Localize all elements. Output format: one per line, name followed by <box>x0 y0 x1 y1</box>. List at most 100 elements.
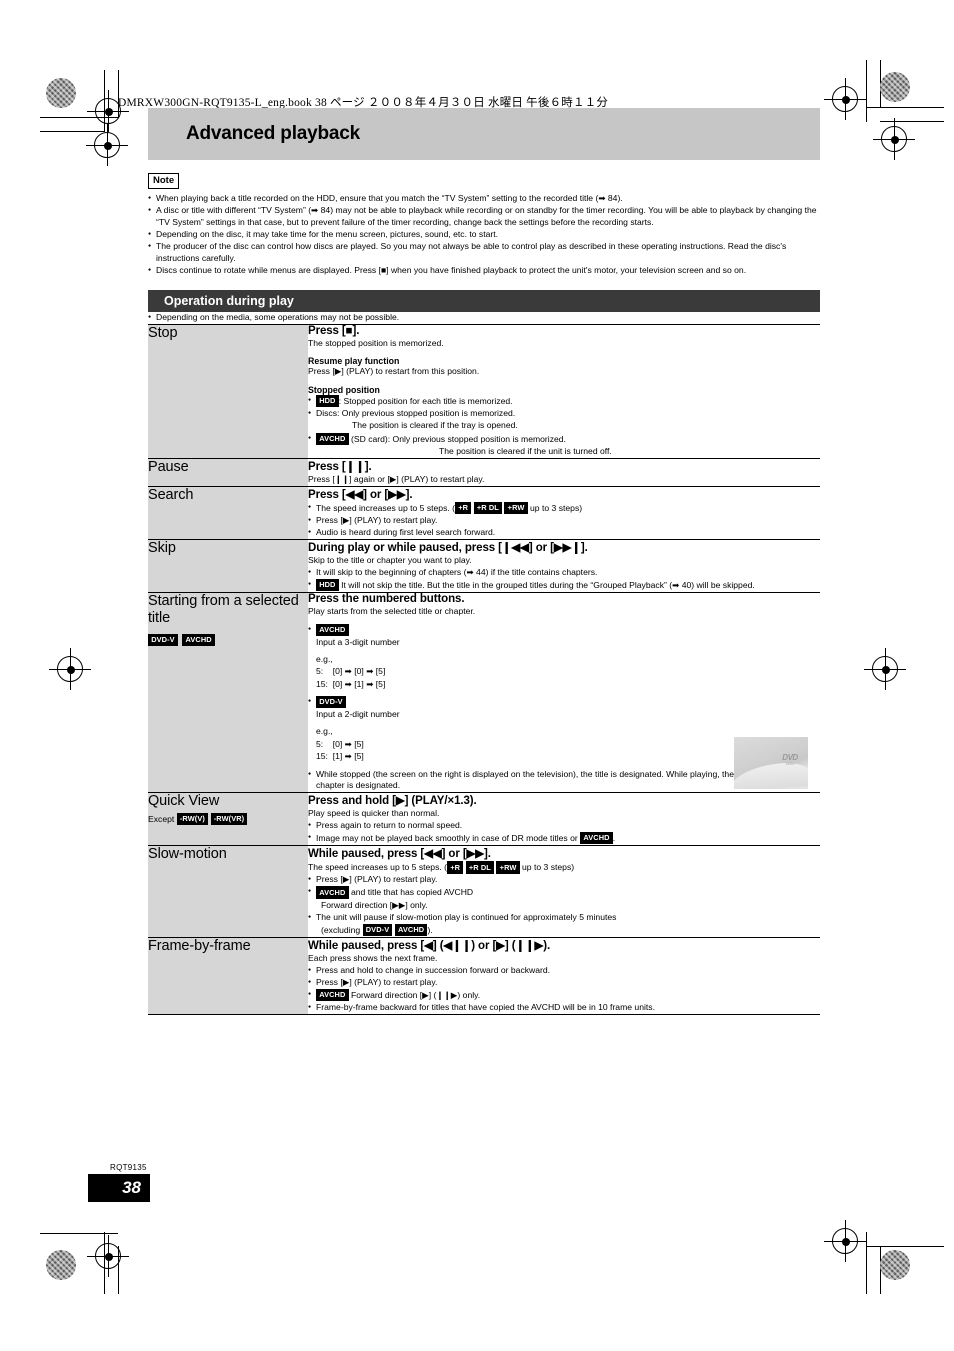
list-item: AVCHD Forward direction [▶] (❙❙▶) only. <box>308 989 820 1002</box>
operation-bullets: It will skip to the beginning of chapter… <box>308 567 820 592</box>
section-note-list: Depending on the media, some operations … <box>148 312 820 324</box>
registration-mark-middle-right <box>864 648 906 690</box>
footer-manual-code: RQT9135 <box>110 1163 147 1172</box>
note-list: When playing back a title recorded on th… <box>148 193 820 277</box>
table-row-search: Search Press [◀◀] or [▶▶]. The speed inc… <box>148 486 820 540</box>
media-badge-dvd-v: DVD-V <box>148 634 178 647</box>
media-badge-plus-rw: +RW <box>504 501 528 514</box>
color-dot-bottom-left <box>46 1250 76 1280</box>
operation-name: Starting from a selected title <box>148 593 299 627</box>
operation-name: Skip <box>148 539 176 556</box>
operation-bullets: The speed increases up to 5 steps. (+R +… <box>308 501 820 539</box>
section-title: Operation during play <box>164 293 294 308</box>
dvd-video-logo-icon: DVD VIDEO <box>779 754 801 766</box>
except-label: Except <box>148 813 175 824</box>
operation-detail-cell: During play or while paused, press [❙◀◀]… <box>308 539 820 593</box>
registration-mark-bottom-left <box>87 1235 129 1277</box>
list-item-text: and title that has copied AVCHD <box>351 887 474 898</box>
list-item-text: (SD card): Only previous stopped positio… <box>351 433 566 444</box>
media-badge-dvd-v: DVD-V <box>316 696 346 709</box>
list-item-text: Forward direction [▶] (❙❙▶) only. <box>351 990 481 1001</box>
chapter-title-band: Advanced playback <box>148 108 820 160</box>
operation-bullets: AVCHD <box>308 623 820 637</box>
list-item-text: ). <box>427 925 433 936</box>
table-row-frame-by-frame: Frame-by-frame While paused, press [◀] (… <box>148 937 820 1015</box>
list-item-continuation: The position is cleared if the unit is t… <box>308 446 820 458</box>
color-dot-top-left <box>46 78 76 108</box>
operation-name-cell: Quick View Except -RW(V) -RW(VR) <box>148 792 308 846</box>
list-item-text: up to 3 steps) <box>527 502 583 513</box>
list-item: Audio is heard during first level search… <box>308 527 820 539</box>
table-row-starting-from-selected-title: Starting from a selected title DVD-V AVC… <box>148 592 820 793</box>
media-badge-plus-r: +R <box>447 861 464 874</box>
operation-media-badges: DVD-V AVCHD <box>148 630 308 648</box>
operation-except-note: Except -RW(V) -RW(VR) <box>148 812 308 826</box>
operation-name-cell: Stop <box>148 324 308 459</box>
operation-line-text: up to 3 steps) <box>519 862 575 873</box>
operation-line: Each press shows the next frame. <box>308 953 438 964</box>
registration-mark-top-right-b <box>873 118 915 160</box>
note-item: Discs continue to rotate while menus are… <box>148 265 820 277</box>
list-item: AVCHD and title that has copied AVCHD <box>308 886 820 899</box>
list-item-text: Forward direction [▶▶] only. <box>321 899 428 910</box>
operation-name-cell: Starting from a selected title DVD-V AVC… <box>148 592 308 793</box>
registration-mark-middle-left <box>49 648 91 690</box>
example-row: 5: [0] ➡ [0] ➡ [5] <box>316 666 386 677</box>
section-header-operation-during-play: Operation during play <box>148 289 820 312</box>
list-item-text: The speed increases up to 5 steps. ( <box>316 502 456 513</box>
list-item-text: Image may not be played back smoothly in… <box>316 833 581 844</box>
list-item: The unit will pause if slow-motion play … <box>308 912 820 924</box>
operation-bullets: Press again to return to normal speed. I… <box>308 820 820 845</box>
operation-subheading: Resume play function <box>308 356 400 367</box>
operation-detail-cell: Press [◀◀] or [▶▶]. The speed increases … <box>308 486 820 540</box>
operation-name-cell: Frame-by-frame <box>148 937 308 1015</box>
operation-line-text: The speed increases up to 5 steps. ( <box>308 862 448 873</box>
list-item: While stopped (the screen on the right i… <box>308 769 756 793</box>
operation-line: Press [▶] (PLAY) to restart from this po… <box>308 366 480 377</box>
operation-detail-cell: While paused, press [◀◀] or [▶▶]. The sp… <box>308 845 820 938</box>
list-item: Discs: Only previous stopped position is… <box>308 408 820 420</box>
media-badge-dvd-v: DVD-V <box>362 923 393 937</box>
list-item-continuation: Forward direction [▶▶] only. <box>308 900 820 912</box>
media-badge-avchd: AVCHD <box>316 623 349 636</box>
operation-heading: Press [❙❙]. <box>308 460 372 473</box>
page-title: Advanced playback <box>186 123 361 144</box>
operation-heading: Press the numbered buttons. <box>308 593 465 606</box>
operation-detail-cell: While paused, press [◀] (◀❙❙) or [▶] (❙❙… <box>308 937 820 1015</box>
list-item: HDD It will not skip the title. But the … <box>308 578 820 592</box>
list-item: DVD-V <box>308 696 820 709</box>
table-row-skip: Skip During play or while paused, press … <box>148 539 820 593</box>
list-item: AVCHD <box>308 623 820 637</box>
list-item: Frame-by-frame backward for titles that … <box>308 1002 820 1014</box>
media-badge-avchd: AVCHD <box>394 923 428 937</box>
list-item-text: The position is cleared if the unit is t… <box>439 445 612 456</box>
operation-heading: Press [◀◀] or [▶▶]. <box>308 488 413 501</box>
list-item: Press [▶] (PLAY) to restart play. <box>308 977 820 989</box>
operation-subheading: Stopped position <box>308 385 380 396</box>
media-badge-avchd: AVCHD <box>182 634 215 647</box>
media-badge-avchd: AVCHD <box>316 886 349 899</box>
list-item-text: It will not skip the title. But the titl… <box>341 579 755 590</box>
media-badge-avchd: AVCHD <box>316 432 349 445</box>
color-dot-top-right <box>880 72 910 102</box>
footer-page-number-box: 38 <box>88 1174 150 1202</box>
section-note-item: Depending on the media, some operations … <box>148 312 820 324</box>
operation-name: Search <box>148 486 194 503</box>
operation-line: Skip to the title or chapter you want to… <box>308 554 472 565</box>
note-item: Depending on the disc, it may take time … <box>148 229 820 241</box>
dvd-logo-bottom: VIDEO <box>785 761 795 766</box>
list-item: AVCHD (SD card): Only previous stopped p… <box>308 432 820 446</box>
operation-heading: Press [■]. <box>308 324 360 337</box>
list-item: Press [▶] (PLAY) to restart play. <box>308 874 820 886</box>
operation-name: Stop <box>148 324 178 341</box>
list-item: HDD: Stopped position for each title is … <box>308 395 820 408</box>
example-row: 15: [0] ➡ [1] ➡ [5] <box>316 678 386 689</box>
operation-name-cell: Skip <box>148 539 308 593</box>
operation-detail-cell: Press and hold [▶] (PLAY/×1.3). Play spe… <box>308 792 820 846</box>
example-label: e.g., <box>316 653 333 664</box>
list-item: Press again to return to normal speed. <box>308 820 820 832</box>
operation-bullets: Press [▶] (PLAY) to restart play. AVCHD … <box>308 874 820 937</box>
media-badge-plus-r-dl: +R DL <box>473 501 503 514</box>
list-item: It will skip to the beginning of chapter… <box>308 567 820 579</box>
operation-line: Press [❙❙] again or [▶] (PLAY) to restar… <box>308 473 485 484</box>
